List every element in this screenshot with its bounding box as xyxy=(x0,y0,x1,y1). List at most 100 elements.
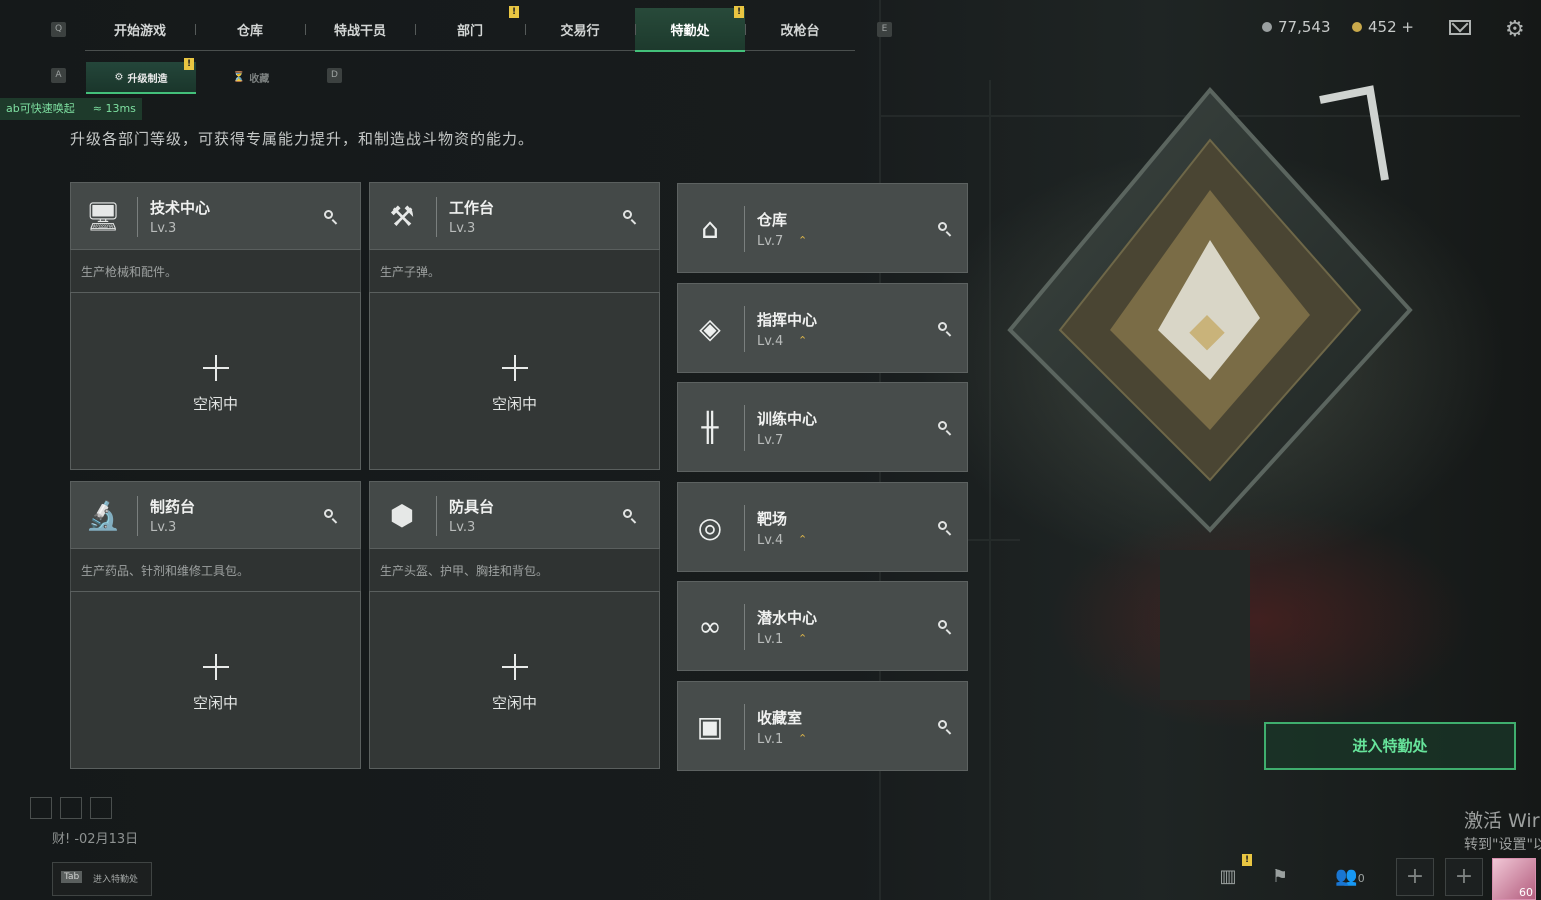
tab-label: 仓库 xyxy=(236,23,263,39)
wifi-icon: ≈ xyxy=(92,102,102,115)
silver-currency[interactable]: 77,543 xyxy=(1262,18,1331,36)
card-armor-bench[interactable]: ⬢ 防具台 Lv.3 生产头盔、护甲、胸挂和背包。 空闲中 xyxy=(369,481,660,769)
divider xyxy=(744,704,745,750)
flag-icon[interactable]: ⚑ xyxy=(1260,858,1300,896)
production-slot[interactable]: 空闲中 xyxy=(369,292,660,470)
tab-label: 开始游戏 xyxy=(113,23,166,39)
card-header[interactable]: ⚒ 工作台 Lv.3 xyxy=(369,182,660,250)
slot-status: 空闲中 xyxy=(491,395,537,413)
add-slot-button[interactable]: + xyxy=(1396,858,1434,896)
card-name: 防具台 xyxy=(449,498,495,516)
subnav-right-key[interactable]: D xyxy=(327,68,342,83)
dept-name: 指挥中心 xyxy=(757,311,818,329)
activation-watermark-sub: 转到"设置"以 xyxy=(1464,837,1541,853)
enter-special-ops-button[interactable]: 进入特勤处 xyxy=(1264,722,1516,770)
dept-level: Lv.7 xyxy=(757,433,784,448)
warehouse-icon: ⌂ xyxy=(701,212,719,245)
card-workbench[interactable]: ⚒ 工作台 Lv.3 生产子弹。 空闲中 xyxy=(369,182,660,470)
page-subtitle: 升级各部门等级，可获得专属能力提升，和制造战斗物资的能力。 xyxy=(70,130,535,148)
search-icon[interactable] xyxy=(623,509,637,523)
search-icon[interactable] xyxy=(938,620,952,634)
tab-trading[interactable]: 交易行 xyxy=(525,8,635,50)
nav-left-key[interactable]: Q xyxy=(51,22,66,37)
search-icon[interactable] xyxy=(938,222,952,236)
subtab-upgrade[interactable]: ⚙ 升级制造 ! xyxy=(86,58,196,94)
search-icon[interactable] xyxy=(324,509,338,523)
gold-amount: 452 + xyxy=(1368,18,1414,36)
card-tech-center[interactable]: 🖥 技术中心 Lv.3 生产枪械和配件。 空闲中 xyxy=(70,182,361,470)
divider xyxy=(744,306,745,352)
dept-shooting-range[interactable]: ◎ 靶场 Lv.4 ⌃ xyxy=(677,482,968,572)
overlay-tip: ab可快速唤起 ≈ 13ms xyxy=(0,98,142,120)
gear-icon[interactable]: ⚙ xyxy=(1505,17,1525,42)
dept-command-center[interactable]: ◈ 指挥中心 Lv.4 ⌃ xyxy=(677,283,968,373)
plus-icon xyxy=(202,654,229,680)
ping-value: 13ms xyxy=(105,102,136,115)
hq-cube-illustration xyxy=(1007,85,1413,700)
dept-training-center[interactable]: ╫ 训练中心 Lv.7 xyxy=(677,382,968,472)
mail-icon[interactable] xyxy=(1449,20,1471,35)
production-slot[interactable]: 空闲中 xyxy=(369,591,660,769)
dept-level: Lv.1 xyxy=(757,632,784,647)
dept-level: Lv.4 xyxy=(757,533,784,548)
tab-warehouse[interactable]: 仓库 xyxy=(195,8,305,50)
upgrade-arrow-icon: ⌃ xyxy=(798,234,808,247)
dept-name: 训练中心 xyxy=(757,410,818,428)
divider xyxy=(744,206,745,252)
dept-collection-room[interactable]: ▣ 收藏室 Lv.1 ⌃ xyxy=(677,681,968,771)
dept-warehouse[interactable]: ⌂ 仓库 Lv.7 ⌃ xyxy=(677,183,968,273)
tab-gunsmith[interactable]: 改枪台 xyxy=(745,8,855,50)
notification-badge: ! xyxy=(1242,854,1252,866)
tab-special-ops[interactable]: 特勤处! xyxy=(635,6,745,52)
subnav-left-key[interactable]: A xyxy=(51,68,66,83)
gold-currency[interactable]: 452 + xyxy=(1352,18,1414,36)
dept-diving-center[interactable]: ∞ 潜水中心 Lv.1 ⌃ xyxy=(677,581,968,671)
collection-icon: ⏳ xyxy=(232,71,246,83)
search-icon[interactable] xyxy=(938,322,952,336)
slot-square[interactable] xyxy=(90,797,112,819)
card-name: 技术中心 xyxy=(150,199,211,217)
ping-display: ≈ 13ms xyxy=(93,98,136,120)
search-icon[interactable] xyxy=(938,521,952,535)
card-level: Lv.3 xyxy=(150,520,177,535)
friends-count: 0 xyxy=(1357,872,1365,885)
search-icon[interactable] xyxy=(938,421,952,435)
card-header[interactable]: 🖥 技术中心 Lv.3 xyxy=(70,182,361,250)
dept-level: Lv.1 xyxy=(757,732,784,747)
search-icon[interactable] xyxy=(623,210,637,224)
tab-operators[interactable]: 特战干员 xyxy=(305,8,415,50)
card-description: 生产枪械和配件。 xyxy=(70,250,361,292)
search-icon[interactable] xyxy=(938,720,952,734)
nav-right-key[interactable]: E xyxy=(877,22,892,37)
subtab-label: 收藏 xyxy=(249,73,270,85)
search-icon[interactable] xyxy=(324,210,338,224)
upgrade-arrow-icon: ⌃ xyxy=(798,732,808,745)
dept-level: Lv.7 xyxy=(757,234,784,249)
slot-square[interactable] xyxy=(60,797,82,819)
armor-icon: ⬢ xyxy=(389,499,415,532)
friends-icon[interactable]: 👥0 xyxy=(1328,858,1372,896)
command-icon: ◈ xyxy=(699,312,721,345)
upgrade-icon: ⚙ xyxy=(114,71,124,83)
tab-department[interactable]: 部门! xyxy=(415,6,525,50)
production-slot[interactable]: 空闲中 xyxy=(70,292,361,470)
tab-label: 特战干员 xyxy=(333,23,386,39)
slot-square[interactable] xyxy=(30,797,52,819)
card-header[interactable]: ⬢ 防具台 Lv.3 xyxy=(369,481,660,549)
production-slot[interactable]: 空闲中 xyxy=(70,591,361,769)
card-pharmacy[interactable]: 🔬 制药台 Lv.3 生产药品、针剂和维修工具包。 空闲中 xyxy=(70,481,361,769)
avatar[interactable]: 60 xyxy=(1492,858,1536,900)
card-header[interactable]: 🔬 制药台 Lv.3 xyxy=(70,481,361,549)
card-description: 生产药品、针剂和维修工具包。 xyxy=(70,549,361,591)
plus-icon xyxy=(501,355,528,381)
top-nav: 开始游戏 仓库 特战干员 部门! 交易行 特勤处! 改枪台 xyxy=(85,6,855,52)
tab-hint[interactable]: Tab 进入特勤处 xyxy=(52,862,152,896)
dept-name: 仓库 xyxy=(757,211,788,229)
divider xyxy=(436,496,437,536)
add-slot-button[interactable]: + xyxy=(1445,858,1483,896)
divider xyxy=(436,197,437,237)
subtab-collection[interactable]: ⏳ 收藏 xyxy=(196,62,306,92)
tab-start-game[interactable]: 开始游戏 xyxy=(85,8,195,50)
notification-badge: ! xyxy=(184,58,194,70)
dept-level: Lv.4 xyxy=(757,334,784,349)
